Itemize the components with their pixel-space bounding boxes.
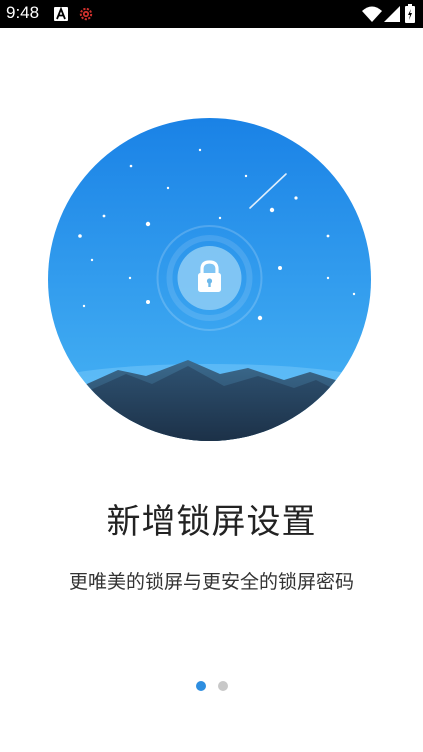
page-indicator bbox=[0, 681, 423, 691]
page-dot-2[interactable] bbox=[217, 681, 228, 691]
lock-night-sky-illustration bbox=[48, 118, 371, 441]
page-subtitle: 更唯美的锁屏与更安全的锁屏密码 bbox=[68, 571, 354, 593]
status-bar: 9:48 bbox=[0, 0, 423, 28]
wifi-icon bbox=[362, 6, 382, 26]
a-notification-icon bbox=[54, 6, 68, 25]
page-dot-1[interactable] bbox=[195, 681, 206, 691]
status-time: 9:48 bbox=[6, 3, 40, 22]
screen: 9:48 新增锁屏设置 更唯美的锁屏与更安全的锁屏密码 bbox=[0, 0, 423, 752]
gear-icon bbox=[78, 6, 94, 26]
battery-icon bbox=[405, 4, 415, 27]
page-title: 新增锁屏设置 bbox=[106, 502, 317, 542]
signal-icon bbox=[384, 6, 400, 26]
